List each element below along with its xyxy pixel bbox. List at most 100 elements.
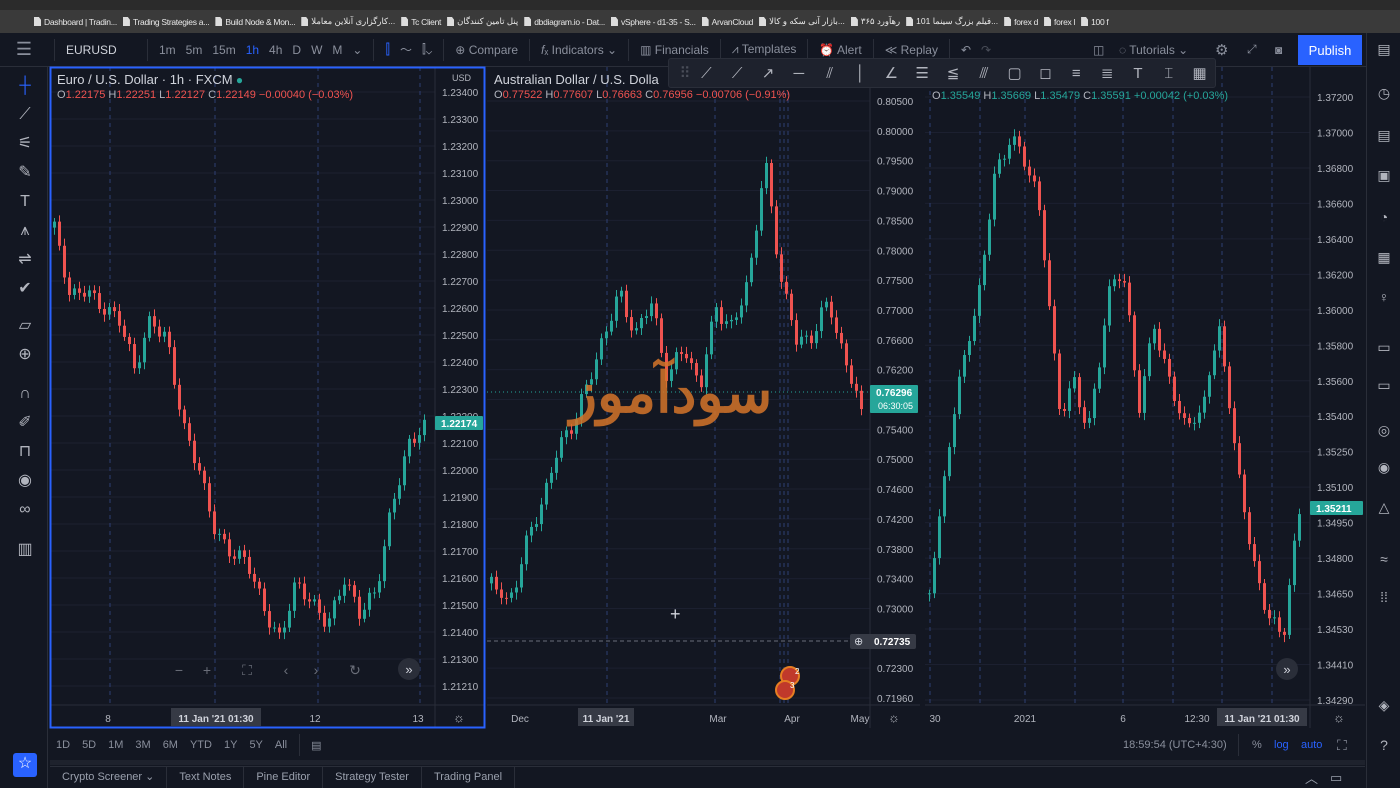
- candle-down: [625, 290, 628, 318]
- collapse-chevron-up-icon[interactable]: ︿: [1305, 768, 1318, 787]
- arrow-line-icon[interactable]: ↗: [753, 64, 784, 82]
- range-3M[interactable]: 3M: [129, 739, 156, 751]
- price-range-icon[interactable]: ⌶: [1153, 65, 1184, 82]
- candle-down: [413, 438, 416, 443]
- pane-1-legend: Euro / U.S. Dollar · 1h · FXCM ● O1.2217…: [57, 72, 353, 101]
- candle-down: [775, 206, 778, 255]
- watchlist-icon[interactable]: ▤: [1372, 37, 1396, 61]
- candle-down: [113, 307, 116, 312]
- chat-icon[interactable]: ▭: [1372, 373, 1396, 397]
- reset-icon[interactable]: ↻: [349, 662, 361, 678]
- range-5Y[interactable]: 5Y: [243, 739, 268, 751]
- candle-down: [253, 573, 256, 582]
- parallel-channel-icon[interactable]: ☰: [907, 64, 938, 82]
- news-icon[interactable]: ▤: [1372, 123, 1396, 147]
- candle-down: [1083, 407, 1086, 423]
- angle-icon[interactable]: ∠: [876, 64, 907, 82]
- last-price-label: 0.76296: [876, 388, 913, 399]
- range-1Y[interactable]: 1Y: [218, 739, 243, 751]
- grid-icon[interactable]: ▦: [1184, 64, 1215, 82]
- streams-icon[interactable]: ◎: [1372, 418, 1396, 442]
- alarm-clock-icon[interactable]: ◷: [1372, 81, 1396, 105]
- price-tick-label: 1.35250: [1317, 448, 1354, 459]
- range-YTD[interactable]: YTD: [184, 739, 218, 751]
- tab-crypto-screener[interactable]: Crypto Screener ⌄: [50, 767, 168, 788]
- pie-icon[interactable]: ◔: [1372, 205, 1396, 229]
- clock[interactable]: 18:59:54 (UTC+4:30): [1123, 739, 1227, 751]
- extended-line-icon[interactable]: ⫽: [814, 65, 845, 82]
- calendar-icon[interactable]: ▦: [1372, 245, 1396, 269]
- candle-down: [1058, 353, 1061, 410]
- candle-down: [860, 390, 863, 410]
- vertical-line-icon[interactable]: │: [845, 65, 876, 82]
- tab-trading-panel[interactable]: Trading Panel: [422, 767, 516, 788]
- goto-date-icon[interactable]: ▤: [306, 739, 326, 752]
- callout-icon[interactable]: ◻: [1030, 64, 1061, 82]
- candle-down: [103, 308, 106, 315]
- rectangle-icon[interactable]: ▢: [999, 64, 1030, 82]
- candle-up: [998, 159, 1001, 174]
- fib-channel-icon[interactable]: ≣: [1092, 64, 1123, 82]
- candle-up: [218, 533, 221, 535]
- reset-zoom-icon[interactable]: ⛶: [242, 662, 252, 678]
- candle-up: [108, 307, 111, 315]
- candle-up: [293, 582, 296, 611]
- candle-up: [968, 341, 971, 356]
- candle-up: [530, 526, 533, 536]
- price-tick-label: 1.36600: [1317, 199, 1354, 210]
- auto-toggle[interactable]: auto: [1301, 739, 1322, 751]
- candle-down: [835, 317, 838, 333]
- range-1M[interactable]: 1M: [102, 739, 129, 751]
- candle-down: [1168, 358, 1171, 377]
- tab-pine-editor[interactable]: Pine Editor: [244, 767, 324, 788]
- scroll-right-icon[interactable]: ›: [314, 662, 319, 678]
- time-tick-label: 30: [929, 714, 941, 725]
- flat-channel-icon[interactable]: ⫻: [968, 65, 999, 82]
- candle-up: [988, 219, 991, 255]
- range-5D[interactable]: 5D: [76, 739, 102, 751]
- hotlist-icon[interactable]: ▣: [1372, 163, 1396, 187]
- price-tick-label: 1.23100: [442, 169, 479, 180]
- zoom-in-icon[interactable]: +: [203, 662, 211, 678]
- chats-icon[interactable]: ▭: [1372, 335, 1396, 359]
- candle-down: [505, 597, 508, 599]
- zoom-out-icon[interactable]: −: [175, 662, 183, 678]
- ideas-bulb-icon[interactable]: ♀: [1372, 285, 1396, 309]
- chart-pane-3: 1.37200 1.37000 1.36800 1.36600 1.36400 1.362…: [925, 67, 1365, 728]
- help-icon[interactable]: ?: [1372, 733, 1396, 757]
- price-tick-label: 1.36000: [1317, 306, 1354, 317]
- tab-strategy-tester[interactable]: Strategy Tester: [323, 767, 422, 788]
- close: 0.76956: [653, 89, 693, 101]
- bell-icon[interactable]: △: [1372, 495, 1396, 519]
- price-tick-label: 1.21600: [442, 574, 479, 585]
- last-price-label: 1.35211: [1316, 504, 1352, 515]
- trend-line-icon[interactable]: ⟋: [691, 65, 722, 82]
- pane-1-title: Euro / U.S. Dollar · 1h · FXCM: [57, 72, 233, 87]
- order-panel-icon[interactable]: ⁞⁞: [1372, 585, 1396, 609]
- drag-handle-icon[interactable]: ⠿: [679, 64, 691, 82]
- text-icon[interactable]: T: [1123, 65, 1154, 82]
- panel-divider[interactable]: [50, 760, 1365, 765]
- range-6M[interactable]: 6M: [157, 739, 184, 751]
- fullscreen-corners-icon[interactable]: ⛶: [1337, 737, 1347, 754]
- layers-icon[interactable]: ◈: [1372, 693, 1396, 717]
- candle-down: [500, 589, 503, 598]
- log-toggle[interactable]: log: [1274, 739, 1289, 751]
- dom-icon[interactable]: ≈: [1372, 547, 1396, 571]
- scroll-left-icon[interactable]: ‹: [284, 662, 289, 678]
- horizontal-ray-icon[interactable]: ─: [783, 65, 814, 82]
- candle-up: [1213, 350, 1216, 376]
- percent-toggle[interactable]: %: [1252, 739, 1262, 751]
- range-1D[interactable]: 1D: [50, 739, 76, 751]
- maximize-panel-icon[interactable]: ▭: [1330, 770, 1342, 786]
- close: 1.22149: [216, 89, 256, 101]
- candle-down: [1228, 366, 1231, 409]
- pitchfork-icon[interactable]: ≡: [1061, 65, 1092, 82]
- regression-icon[interactable]: ≦: [938, 64, 969, 82]
- ray-icon[interactable]: ⟋: [722, 65, 753, 82]
- broadcast-icon[interactable]: ◉: [1372, 455, 1396, 479]
- range-All[interactable]: All: [269, 739, 293, 751]
- tab-text-notes[interactable]: Text Notes: [167, 767, 245, 788]
- price-tick-label: 0.79000: [877, 187, 914, 198]
- candle-down: [1063, 409, 1066, 411]
